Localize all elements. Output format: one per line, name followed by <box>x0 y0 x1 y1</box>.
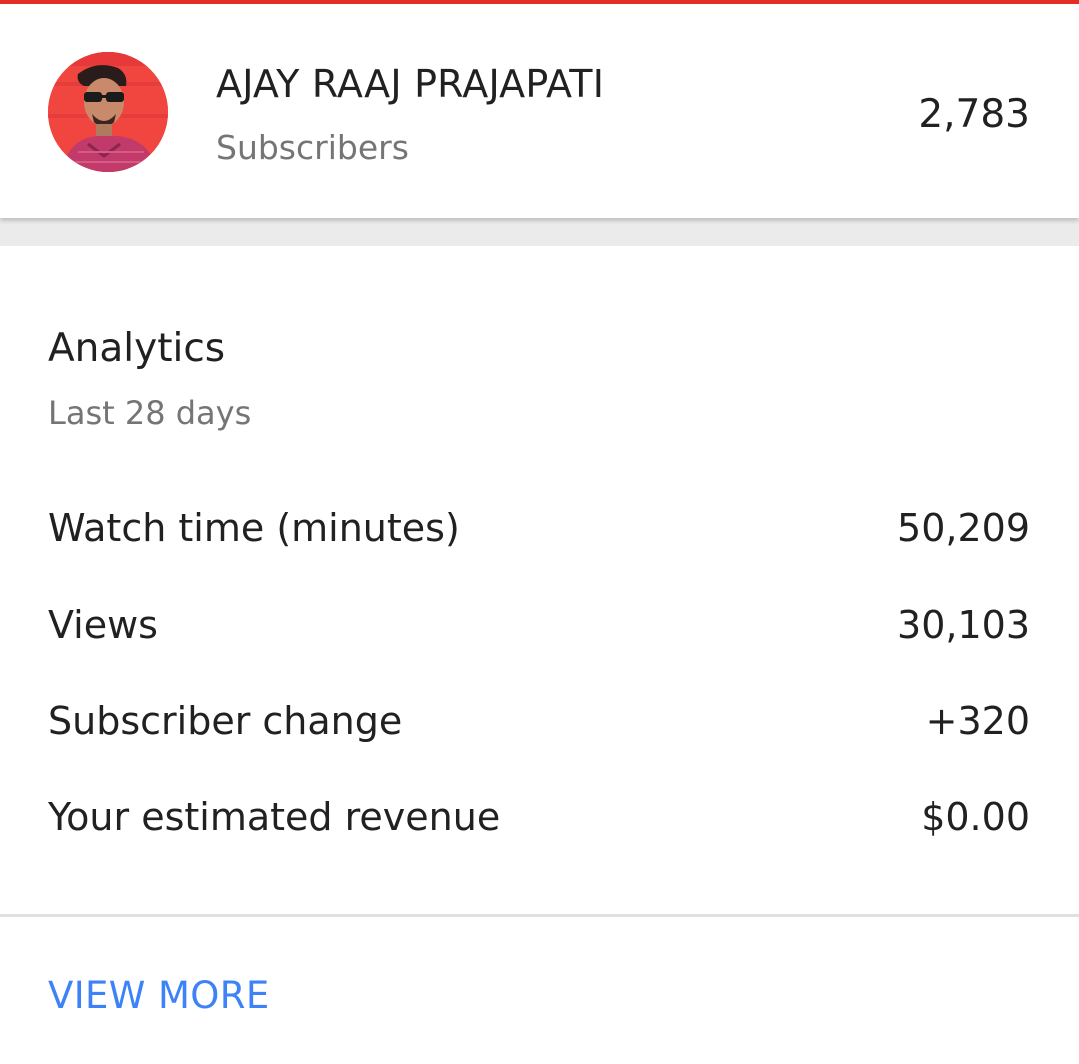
section-gap <box>0 218 1079 246</box>
metric-label: Views <box>48 603 158 647</box>
metric-row-views: Views 30,103 <box>48 595 1030 655</box>
metric-label: Watch time (minutes) <box>48 506 460 550</box>
subscribers-count: 2,783 <box>918 92 1030 137</box>
metric-value: $0.00 <box>921 795 1030 839</box>
metric-label: Subscriber change <box>48 699 403 743</box>
analytics-title: Analytics <box>48 326 226 371</box>
avatar-photo-icon <box>48 52 168 172</box>
divider <box>0 914 1079 917</box>
subscribers-label: Subscribers <box>216 128 409 167</box>
channel-avatar[interactable] <box>48 52 168 172</box>
view-more-button[interactable]: VIEW MORE <box>48 974 270 1017</box>
metric-value: 50,209 <box>897 506 1030 550</box>
analytics-period: Last 28 days <box>48 394 252 432</box>
metric-value: +320 <box>925 699 1030 743</box>
analytics-card: Analytics Last 28 days Watch time (minut… <box>0 246 1079 1064</box>
metric-row-estimated-revenue: Your estimated revenue $0.00 <box>48 787 1030 847</box>
channel-name[interactable]: AJAY RAAJ PRAJAPATI <box>216 62 604 106</box>
metric-value: 30,103 <box>897 603 1030 647</box>
metric-row-subscriber-change: Subscriber change +320 <box>48 691 1030 751</box>
channel-card[interactable]: AJAY RAAJ PRAJAPATI Subscribers 2,783 <box>0 4 1079 218</box>
metric-row-watch-time: Watch time (minutes) 50,209 <box>48 498 1030 558</box>
metric-label: Your estimated revenue <box>48 795 501 839</box>
